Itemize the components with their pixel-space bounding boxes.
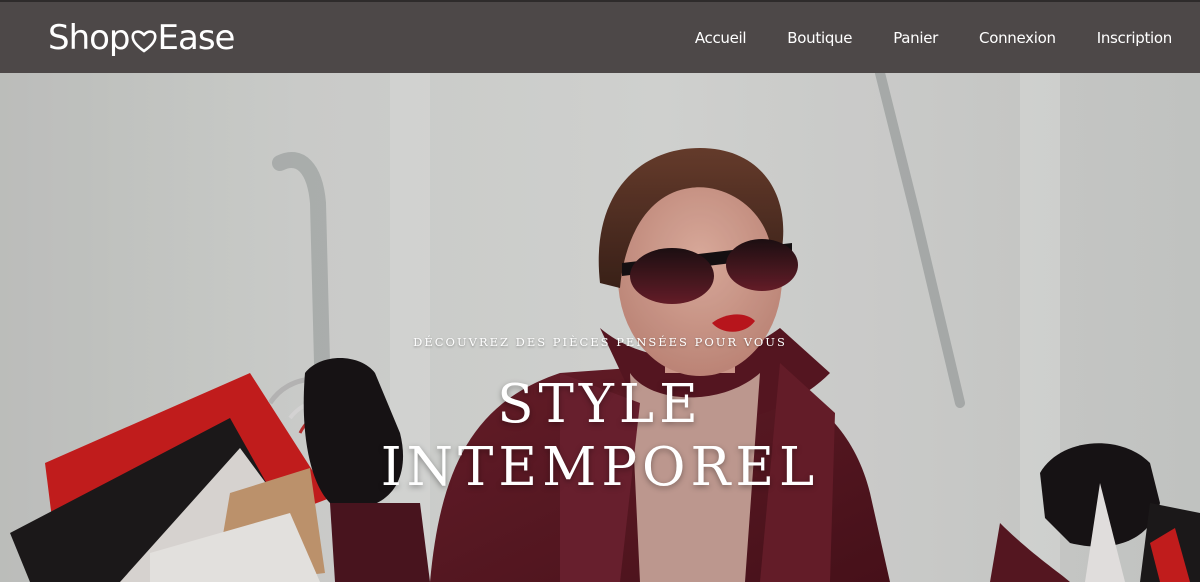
- nav-link-inscription[interactable]: Inscription: [1097, 25, 1173, 51]
- nav-item-boutique: Boutique: [746, 25, 852, 51]
- brand-name-part2: Ease: [157, 17, 236, 58]
- nav-link-connexion[interactable]: Connexion: [979, 25, 1056, 51]
- hero-headline: STYLE INTEMPOREL: [0, 373, 1200, 499]
- nav-link-panier[interactable]: Panier: [893, 25, 938, 51]
- nav-link-accueil[interactable]: Accueil: [695, 25, 747, 51]
- nav-link-boutique[interactable]: Boutique: [787, 25, 852, 51]
- brand-name-part1: Shop: [48, 17, 131, 58]
- heart-icon: [130, 22, 157, 52]
- hero-banner: DÉCOUVREZ DES PIÈCES PENSÉES POUR VOUS S…: [0, 73, 1200, 582]
- navbar: Shop Ease Accueil Boutique Panier Connex…: [0, 0, 1200, 73]
- hero-headline-line2: INTEMPOREL: [380, 437, 820, 498]
- hero-kicker: DÉCOUVREZ DES PIÈCES PENSÉES POUR VOUS: [413, 335, 787, 349]
- nav-list: Accueil Boutique Panier Connexion Inscri…: [654, 25, 1172, 51]
- nav-item-inscription: Inscription: [1056, 25, 1173, 51]
- hero-text: DÉCOUVREZ DES PIÈCES PENSÉES POUR VOUS S…: [0, 73, 1200, 582]
- nav-item-accueil: Accueil: [654, 25, 747, 51]
- hero-headline-line1: STYLE: [497, 374, 703, 435]
- brand-logo[interactable]: Shop Ease: [48, 17, 236, 58]
- nav-item-connexion: Connexion: [938, 25, 1056, 51]
- main-nav: Accueil Boutique Panier Connexion Inscri…: [654, 25, 1172, 51]
- nav-item-panier: Panier: [852, 25, 938, 51]
